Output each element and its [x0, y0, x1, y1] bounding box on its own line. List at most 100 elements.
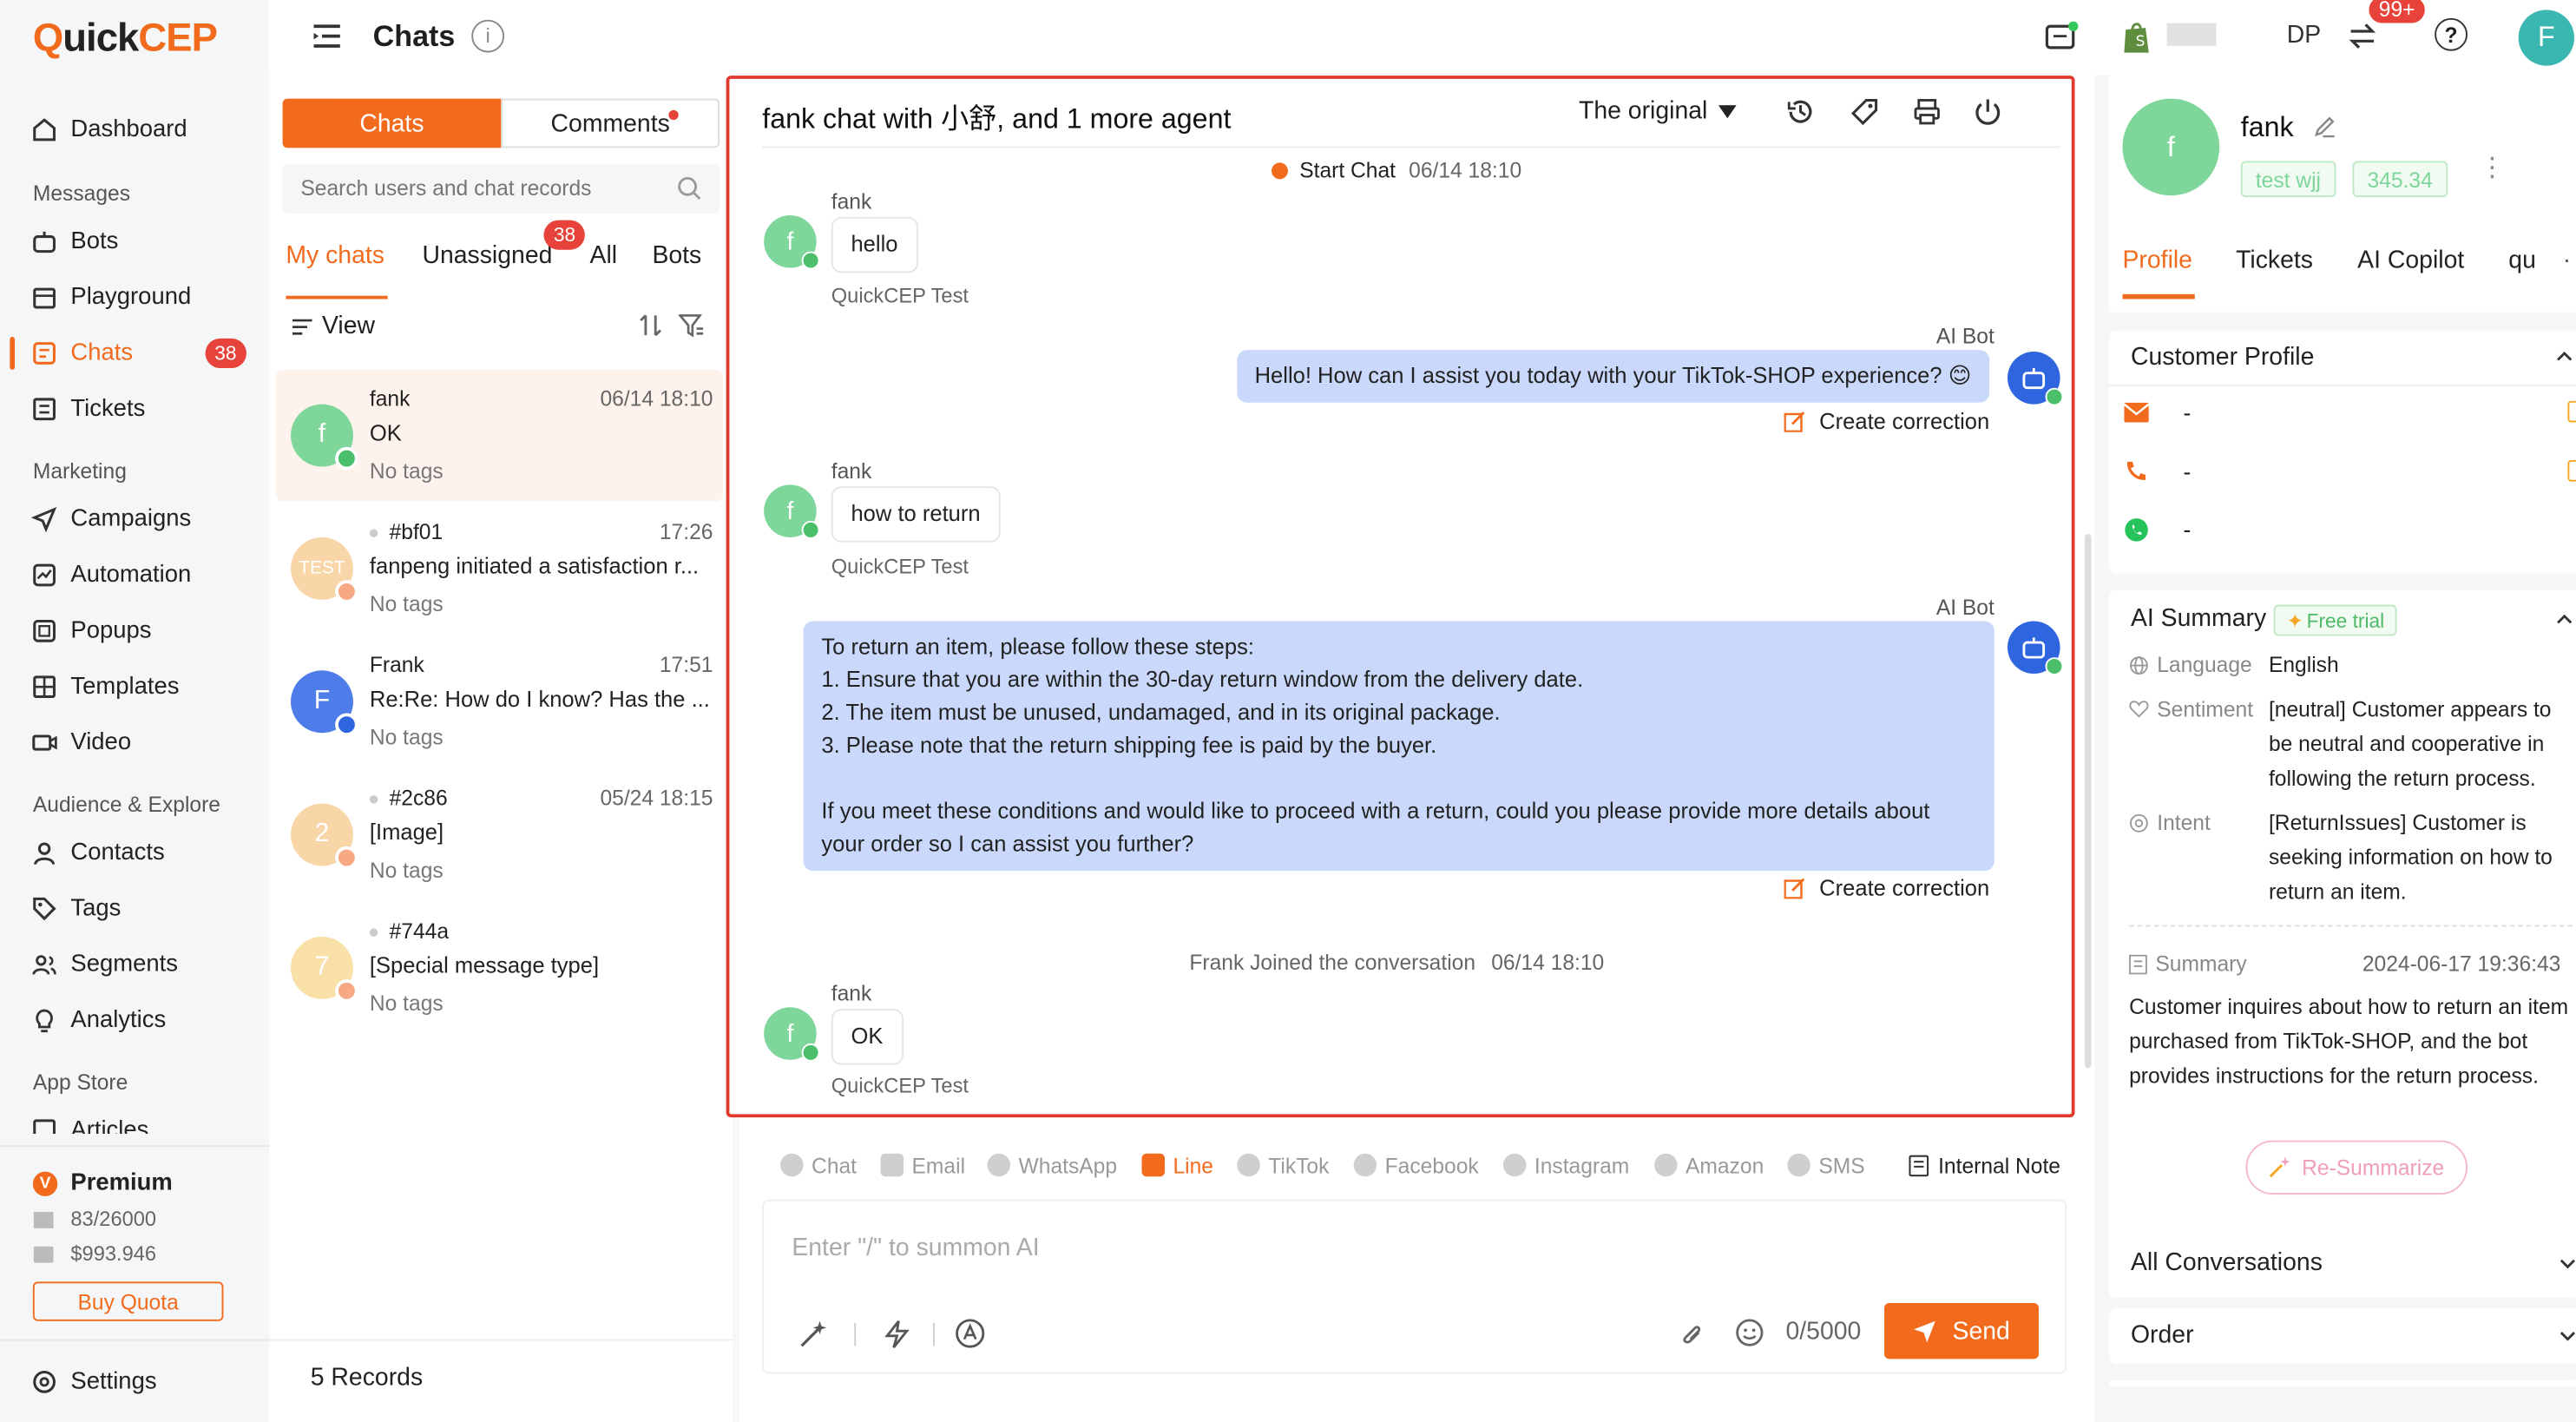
- channel-tiktok[interactable]: TikTok: [1237, 1150, 1329, 1180]
- sidebar-item-analytics[interactable]: Analytics: [30, 1001, 260, 1040]
- sidebar-item-contacts[interactable]: Contacts: [30, 833, 260, 872]
- channel-instagram[interactable]: Instagram: [1502, 1150, 1629, 1180]
- tab-tickets[interactable]: Tickets: [2236, 247, 2313, 274]
- conversation-list-item[interactable]: TEST #bf01 17:26 fanpeng initiated a satisf…: [276, 503, 723, 634]
- chevron-down-icon[interactable]: [2560, 1259, 2576, 1270]
- history-icon[interactable]: [1785, 97, 1815, 127]
- attachment-icon[interactable]: [1679, 1320, 1705, 1349]
- create-correction-button[interactable]: Create correction: [1784, 876, 1989, 900]
- sentiment-value: [neutral] Customer appears to be neutral…: [2268, 696, 2552, 791]
- channel-line[interactable]: Line: [1141, 1150, 1213, 1180]
- panel-scrollbar[interactable]: [2084, 534, 2092, 1069]
- search-box[interactable]: [282, 164, 720, 214]
- sidebar-item-popups[interactable]: Popups: [30, 611, 260, 650]
- chevron-up-icon[interactable]: [2556, 613, 2573, 624]
- sender-name: fank: [831, 458, 872, 484]
- channel-amazon[interactable]: Amazon: [1654, 1150, 1764, 1180]
- sidebar-item-campaigns[interactable]: Campaigns: [30, 499, 260, 538]
- quota-messages: 83/26000: [33, 1208, 156, 1231]
- sidebar-item-label: Articles: [70, 1117, 149, 1135]
- message-input[interactable]: Enter "/" to summon AI: [792, 1234, 1039, 1261]
- sidebar-item-label: Settings: [70, 1368, 157, 1395]
- sidebar-item-dashboard[interactable]: Dashboard: [30, 110, 260, 149]
- transfer-icon[interactable]: [2346, 20, 2379, 53]
- filter-all[interactable]: All: [590, 241, 618, 269]
- tab-comments[interactable]: Comments: [501, 98, 720, 148]
- intent-label: Intent: [2157, 810, 2211, 835]
- caret-down-icon: [1718, 104, 1738, 118]
- bot-name: AI Bot: [1935, 323, 1994, 349]
- conversation-list-item[interactable]: f fank 06/14 18:10 OK No tags: [275, 369, 723, 502]
- sidebar-item-tickets[interactable]: Tickets: [30, 390, 260, 429]
- message-notification-icon[interactable]: [2044, 21, 2080, 55]
- translate-dropdown[interactable]: The original: [1579, 97, 1738, 125]
- shopify-icon[interactable]: S: [2121, 20, 2154, 56]
- sidebar-item-playground[interactable]: Playground: [30, 278, 260, 317]
- channel-email[interactable]: Email: [880, 1150, 965, 1180]
- tab-profile[interactable]: Profile: [2122, 247, 2192, 274]
- chevron-down-icon[interactable]: [2560, 1331, 2576, 1342]
- re-summarize-button[interactable]: Re-Summarize: [2245, 1140, 2468, 1195]
- channel-sms[interactable]: SMS: [1787, 1150, 1865, 1180]
- print-icon[interactable]: [1912, 97, 1942, 127]
- sidebar-item-automation[interactable]: Automation: [30, 556, 260, 595]
- tab-qu[interactable]: qu: [2508, 247, 2541, 274]
- sidebar-item-chats[interactable]: Chats 38: [30, 333, 260, 372]
- user-avatar[interactable]: F: [2518, 10, 2575, 66]
- ai-assist-icon[interactable]: [955, 1318, 986, 1349]
- customer-tag[interactable]: test wjj: [2240, 161, 2336, 198]
- search-icon[interactable]: [677, 176, 701, 201]
- more-options-icon[interactable]: ⋮: [2479, 155, 2505, 181]
- line-channel-badge: [335, 446, 358, 471]
- filter-icon[interactable]: [678, 313, 705, 339]
- edit-pencil-icon[interactable]: [2313, 115, 2336, 138]
- lightbulb-icon: [30, 1005, 59, 1035]
- quick-reply-bolt-icon[interactable]: [884, 1320, 910, 1349]
- tag-icon[interactable]: [1850, 97, 1879, 127]
- filter-unassigned[interactable]: Unassigned: [422, 241, 552, 269]
- sidebar-item-video[interactable]: Video: [30, 723, 260, 762]
- channel-whatsapp[interactable]: WhatsApp: [987, 1150, 1117, 1180]
- create-correction-button[interactable]: Create correction: [1784, 409, 1989, 434]
- all-conversations-card[interactable]: All Conversations: [2109, 1235, 2576, 1292]
- conversation-list-item[interactable]: 2 #2c86 05/24 18:15 [Image] No tags: [276, 769, 723, 900]
- search-input[interactable]: [300, 175, 662, 201]
- end-chat-power-icon[interactable]: [1973, 97, 2002, 127]
- customer-value-tag[interactable]: 345.34: [2352, 161, 2448, 198]
- sidebar-item-segments[interactable]: Segments: [30, 945, 260, 984]
- add-field-icon[interactable]: [2567, 400, 2576, 423]
- filter-my-chats[interactable]: My chats: [286, 241, 384, 269]
- sidebar-item-settings[interactable]: Settings: [30, 1362, 260, 1401]
- facebook-icon: [1353, 1153, 1377, 1177]
- filter-bots[interactable]: Bots: [652, 241, 701, 269]
- sidebar-item-bots[interactable]: Bots: [30, 222, 260, 261]
- sort-icon[interactable]: [637, 313, 663, 339]
- help-icon[interactable]: ?: [2435, 17, 2468, 51]
- sidebar-item-tags[interactable]: Tags: [30, 889, 260, 928]
- buy-quota-button[interactable]: Buy Quota: [32, 1281, 224, 1321]
- tiktok-icon: [1237, 1153, 1260, 1177]
- more-tabs-icon[interactable]: ·: [2563, 247, 2571, 274]
- magic-wand-icon[interactable]: [798, 1320, 828, 1349]
- add-field-icon[interactable]: [2567, 459, 2576, 482]
- sidebar-item-templates[interactable]: Templates: [30, 667, 260, 706]
- tab-ai-copilot[interactable]: AI Copilot: [2357, 247, 2464, 274]
- tab-chats[interactable]: Chats: [282, 98, 502, 148]
- playground-icon: [30, 283, 59, 313]
- chevron-up-icon[interactable]: [2556, 350, 2573, 361]
- view-dropdown[interactable]: View: [292, 313, 375, 340]
- channel-facebook[interactable]: Facebook: [1353, 1150, 1479, 1180]
- conversation-list-item[interactable]: F Frank 17:51 Re:Re: How do I know? Has the…: [276, 636, 723, 767]
- send-button[interactable]: Send: [1884, 1302, 2039, 1359]
- collapse-menu-icon[interactable]: [311, 20, 344, 53]
- channel-chat[interactable]: Chat: [780, 1150, 857, 1180]
- chat-icon: [780, 1153, 804, 1177]
- emoji-icon[interactable]: [1735, 1318, 1764, 1347]
- conversation-list-item[interactable]: 7 #744a [Special message type] No tags: [276, 902, 723, 1033]
- order-card[interactable]: Order: [2109, 1307, 2576, 1365]
- internal-note-button[interactable]: Internal Note: [1887, 1145, 2082, 1185]
- divider: [0, 1145, 270, 1148]
- info-icon[interactable]: i: [471, 19, 505, 53]
- chat-channel-badge: [335, 846, 358, 870]
- sidebar-item-articles[interactable]: Articles: [30, 1111, 260, 1135]
